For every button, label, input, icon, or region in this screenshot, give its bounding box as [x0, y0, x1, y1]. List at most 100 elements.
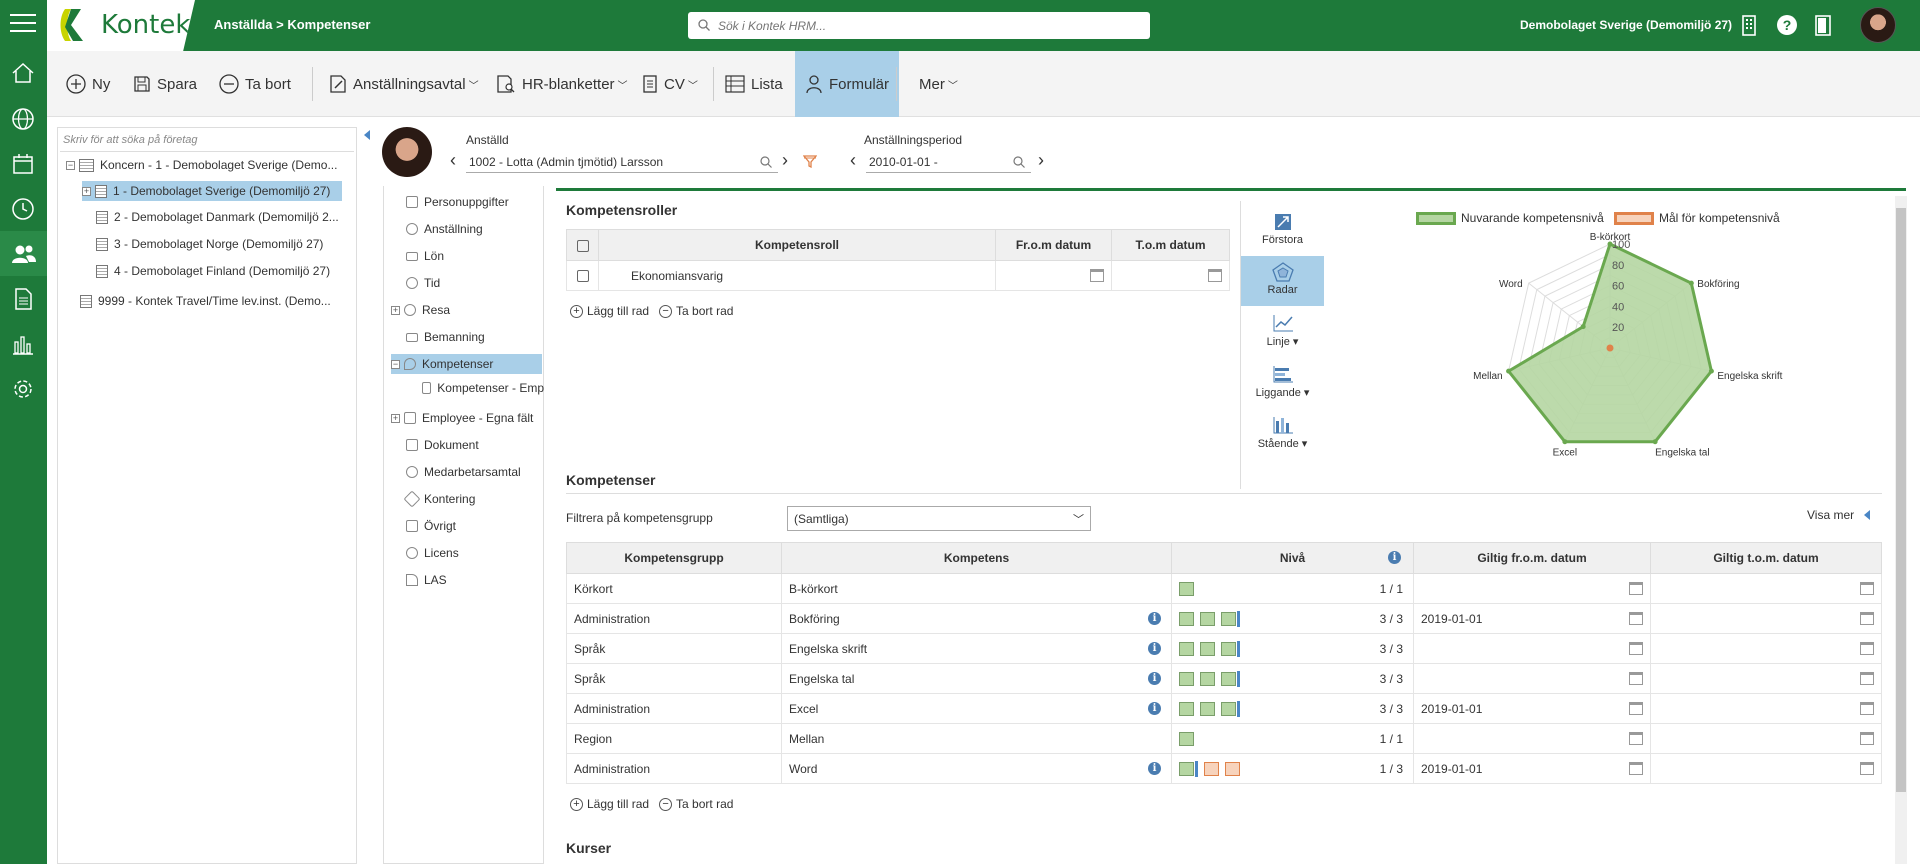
competence-cell[interactable]: Excel i — [781, 693, 1172, 724]
calendar-icon[interactable] — [1860, 672, 1874, 685]
level-bar[interactable] — [1179, 611, 1194, 626]
competence-cell[interactable]: Word i — [781, 753, 1172, 784]
calendar-icon[interactable] — [1629, 732, 1643, 745]
to-date-cell[interactable] — [1650, 753, 1882, 784]
column-header[interactable]: Giltig fr.o.m. datum — [1413, 542, 1651, 574]
content-scrollbar[interactable] — [1895, 196, 1907, 864]
nav-item-custom-fields[interactable]: + Employee - Egna fält — [391, 408, 533, 428]
sidebar-item-documents[interactable] — [0, 276, 47, 321]
column-header[interactable]: Kompetens — [781, 542, 1172, 574]
next-period-icon[interactable]: › — [1038, 150, 1044, 171]
nav-item-other[interactable]: Övrigt — [406, 516, 456, 536]
tree-item[interactable]: 4 - Demobolaget Finland (Demomiljö 27) — [96, 261, 330, 281]
calendar-icon[interactable] — [1860, 702, 1874, 715]
delete-button[interactable]: Ta bort — [219, 51, 291, 117]
nav-item-documents[interactable]: Dokument — [406, 435, 479, 455]
period-field[interactable]: 2010-01-01 - — [866, 151, 1031, 173]
calendar-icon[interactable] — [1860, 582, 1874, 595]
sidebar-item-globe[interactable] — [0, 96, 47, 141]
competence-cell[interactable]: B-körkort — [781, 573, 1172, 604]
level-bar[interactable] — [1221, 641, 1236, 656]
scrollbar-thumb[interactable] — [1896, 208, 1906, 792]
table-row[interactable]: Administration Word i 1 / 3 2019-01-01 — [566, 753, 1882, 784]
contract-menu[interactable]: Anställningsavtal ﹀ — [329, 51, 479, 117]
new-button[interactable]: Ny — [66, 51, 110, 117]
nav-item-employment[interactable]: Anställning — [406, 219, 483, 239]
nav-item-las[interactable]: LAS — [406, 570, 447, 590]
menu-icon[interactable] — [10, 14, 36, 36]
column-header[interactable]: T.o.m datum — [1111, 229, 1230, 261]
competence-cell[interactable]: Bokföring i — [781, 603, 1172, 634]
level-bar[interactable] — [1179, 671, 1194, 686]
to-date-cell[interactable] — [1650, 663, 1882, 694]
table-row[interactable]: Administration Excel i 3 / 3 2019-01-01 — [566, 693, 1882, 724]
info-icon[interactable]: i — [1388, 551, 1401, 564]
level-cell[interactable]: 1 / 3 — [1171, 753, 1414, 784]
column-header[interactable]: Nivå i — [1171, 542, 1414, 574]
column-header[interactable]: Kompetensroll — [598, 229, 996, 261]
add-competence-row-button[interactable]: Lägg till rad — [587, 797, 649, 811]
role-cell[interactable]: Ekonomiansvarig — [598, 260, 996, 291]
level-bar[interactable] — [1221, 701, 1236, 716]
from-date-cell[interactable] — [1413, 573, 1651, 604]
group-cell[interactable]: Körkort — [566, 573, 782, 604]
level-bar[interactable] — [1200, 641, 1215, 656]
nav-item-competences-emp[interactable]: Kompetenser - Emp — [422, 378, 544, 398]
from-date-cell[interactable]: 2019-01-01 — [1413, 693, 1651, 724]
hr-forms-menu[interactable]: HR-blanketter ﹀ — [496, 51, 628, 117]
add-role-row-button[interactable]: Lägg till rad — [587, 304, 649, 318]
level-cell[interactable]: 3 / 3 — [1171, 603, 1414, 634]
enlarge-chart-button[interactable]: Förstora — [1241, 206, 1324, 256]
delete-role-row-button[interactable]: Ta bort rad — [676, 304, 733, 318]
tree-item[interactable]: 2 - Demobolaget Danmark (Demomiljö 2... — [96, 207, 339, 227]
legend-item-current[interactable]: Nuvarande kompetensnivå — [1416, 211, 1604, 225]
nav-item-time[interactable]: Tid — [406, 273, 440, 293]
competence-cell[interactable]: Mellan — [781, 723, 1172, 754]
company-name[interactable]: Demobolaget Sverige (Demomiljö 27) — [1520, 18, 1732, 32]
sidebar-item-home[interactable] — [0, 51, 47, 96]
calendar-icon[interactable] — [1629, 701, 1643, 715]
logout-icon[interactable] — [1814, 14, 1832, 36]
group-cell[interactable]: Språk — [566, 633, 782, 664]
level-bar[interactable] — [1179, 731, 1194, 746]
level-bar[interactable] — [1221, 671, 1236, 686]
building-icon[interactable] — [1740, 14, 1758, 36]
calendar-icon[interactable] — [1208, 269, 1222, 282]
column-header[interactable]: Kompetensgrupp — [566, 542, 782, 574]
show-more-button[interactable]: Visa mer — [1807, 508, 1871, 522]
level-cell[interactable]: 1 / 1 — [1171, 723, 1414, 754]
calendar-icon[interactable] — [1629, 582, 1643, 595]
table-row[interactable]: Administration Bokföring i 3 / 3 2019-01-01 — [566, 603, 1882, 634]
search-input[interactable] — [718, 16, 1138, 35]
sidebar-item-calendar[interactable] — [0, 141, 47, 186]
level-bar[interactable] — [1200, 671, 1215, 686]
expand-icon[interactable]: + — [82, 186, 91, 196]
collapse-icon[interactable]: − — [391, 359, 400, 369]
calendar-icon[interactable] — [1860, 762, 1874, 775]
collapse-icon[interactable]: − — [66, 160, 75, 170]
global-search[interactable] — [688, 12, 1150, 39]
nav-item-personal-info[interactable]: Personuppgifter — [406, 192, 509, 212]
legend-item-target[interactable]: Mål för kompetensnivå — [1614, 211, 1780, 225]
level-bar[interactable] — [1225, 761, 1240, 776]
next-employee-icon[interactable]: › — [782, 150, 788, 171]
level-bar[interactable] — [1179, 701, 1194, 716]
sidebar-item-reports[interactable] — [0, 321, 47, 366]
to-date-cell[interactable] — [1650, 723, 1882, 754]
expand-icon[interactable]: + — [391, 413, 400, 423]
table-row[interactable]: Språk Engelska tal i 3 / 3 — [566, 663, 1882, 694]
from-date-cell[interactable] — [1413, 633, 1651, 664]
info-icon[interactable]: i — [1148, 642, 1161, 655]
search-icon[interactable] — [1013, 156, 1025, 168]
competence-cell[interactable]: Engelska skrift i — [781, 633, 1172, 664]
group-cell[interactable]: Administration — [566, 753, 782, 784]
calendar-icon[interactable] — [1629, 642, 1643, 655]
calendar-icon[interactable] — [1860, 732, 1874, 745]
info-icon[interactable]: i — [1148, 672, 1161, 685]
level-cell[interactable]: 3 / 3 — [1171, 633, 1414, 664]
to-date-cell[interactable] — [1650, 693, 1882, 724]
from-date-cell[interactable] — [1413, 723, 1651, 754]
horizontal-bar-button[interactable]: Liggande ▾ — [1241, 358, 1324, 408]
info-icon[interactable]: i — [1148, 612, 1161, 625]
column-header[interactable]: Giltig t.o.m. datum — [1650, 542, 1882, 574]
